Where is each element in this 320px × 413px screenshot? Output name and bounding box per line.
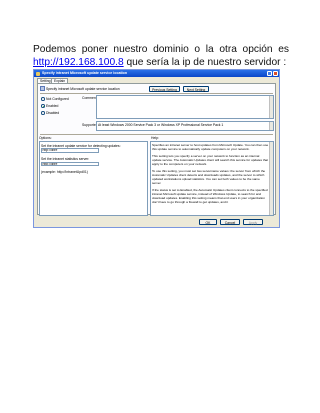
update-service-label: Set the intranet update service for dete… <box>41 143 121 148</box>
options-pane: Set the intranet update service for dete… <box>39 141 148 216</box>
help-paragraph: Specifies an intranet server to host upd… <box>152 142 269 151</box>
apply-button[interactable]: Apply <box>243 219 263 225</box>
help-pane: Specifies an intranet server to host upd… <box>150 141 274 216</box>
help-title-button[interactable] <box>267 71 272 76</box>
caption-text-after: que sería la ip de nuestro servidor : <box>123 56 287 68</box>
server-ip-link[interactable]: http://192.168.100.8 <box>33 57 124 68</box>
example-text: (example: http://IntranetUpd01) <box>41 170 88 174</box>
update-service-input[interactable]: http://libre <box>41 148 99 153</box>
stats-server-input[interactable]: http://libre <box>41 161 99 166</box>
policy-properties-dialog: Specify intranet Microsoft update servic… <box>33 69 280 228</box>
stats-server-label: Set the intranet statistics server: <box>41 157 90 161</box>
options-label: Options: <box>39 136 52 140</box>
help-label: Help: <box>151 136 159 140</box>
radio-disabled[interactable] <box>41 111 45 115</box>
previous-setting-button[interactable]: Previous Setting <box>149 85 180 92</box>
help-text: Specifies an intranet server to host upd… <box>152 143 269 207</box>
policy-icon <box>36 71 40 76</box>
next-setting-button[interactable]: Next Setting <box>183 85 209 92</box>
option-not-configured-label: Not Configured <box>46 97 69 101</box>
cancel-button[interactable]: Cancel <box>220 219 240 225</box>
help-scrollbar[interactable] <box>268 142 273 215</box>
caption-text-before: Podemos poner nuestro dominio o la otra … <box>33 44 289 55</box>
dialog-title: Specify intranet Microsoft update servic… <box>42 71 128 76</box>
supported-on-value: At least Windows 2000 Service Pack 3 or … <box>98 122 224 127</box>
options-divider <box>40 134 273 135</box>
radio-enabled[interactable] <box>41 104 45 108</box>
ok-button[interactable]: OK <box>199 219 217 225</box>
help-paragraph: This setting lets you specify a server o… <box>152 153 269 166</box>
help-paragraph: If the status is set to Enabled, the Aut… <box>152 187 268 204</box>
option-disabled-label: Disabled <box>46 111 60 115</box>
option-enabled-label: Enabled <box>46 104 59 108</box>
supported-scrollbar[interactable] <box>268 122 273 130</box>
close-button[interactable] <box>273 71 278 76</box>
dialog-titlebar: Specify intranet Microsoft update servic… <box>34 70 279 77</box>
caption-paragraph: Podemos poner nuestro dominio o la otra … <box>33 44 289 69</box>
comment-scrollbar[interactable] <box>268 96 273 118</box>
radio-not-configured[interactable] <box>41 97 45 101</box>
policy-setting-icon <box>40 86 45 91</box>
setting-panel: Specify intranet Microsoft update servic… <box>37 83 276 216</box>
header-divider <box>40 93 273 94</box>
policy-name: Specify intranet Microsoft update servic… <box>46 86 120 91</box>
supported-on-box: At least Windows 2000 Service Pack 3 or … <box>96 121 274 131</box>
help-paragraph: To use this setting, you must set two se… <box>152 168 266 185</box>
comment-textarea[interactable] <box>96 95 274 119</box>
